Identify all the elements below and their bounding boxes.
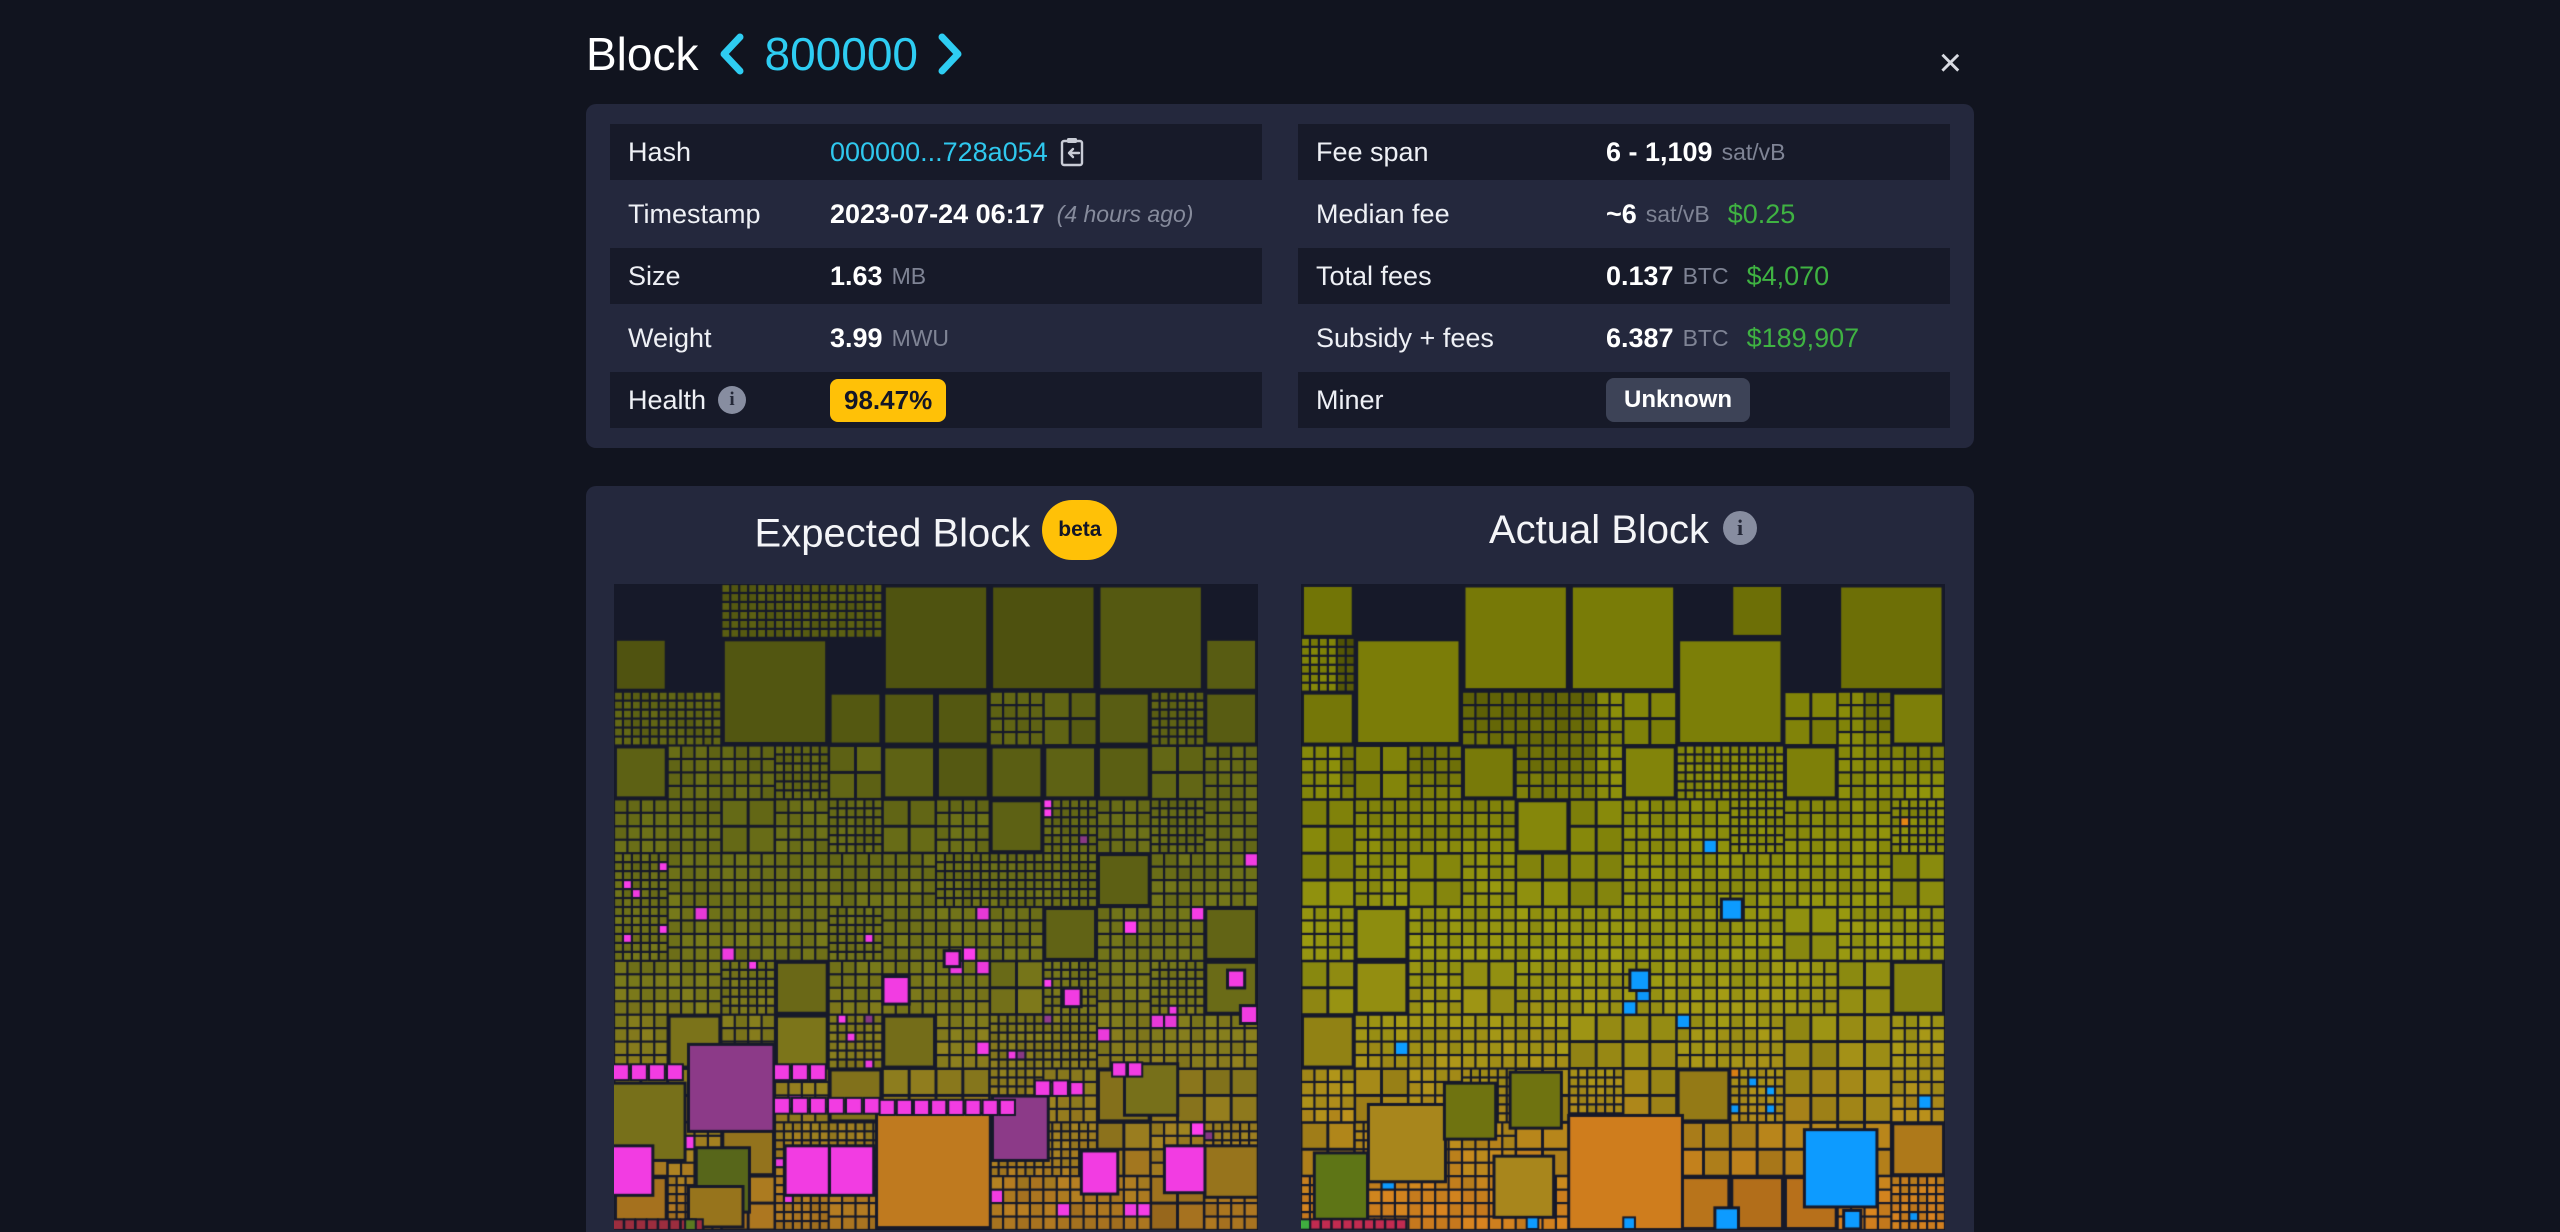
- row-label-text: Total fees: [1316, 261, 1432, 292]
- page-title: Block 800000: [586, 24, 1974, 84]
- health-badge: 98.47%: [830, 379, 946, 422]
- expected-block-visualization[interactable]: [614, 584, 1258, 1230]
- chevron-right-icon: [938, 33, 964, 75]
- row-label-text: Timestamp: [628, 199, 761, 230]
- expected-block-title: Expected Blockbeta: [614, 506, 1258, 566]
- row-value: Unknown: [1606, 378, 1750, 422]
- row-label: Fee span: [1316, 137, 1606, 168]
- row-label: Hash: [628, 137, 830, 168]
- visualization-titles: Expected Blockbeta Actual Block i: [614, 506, 1946, 584]
- row-label-text: Weight: [628, 323, 712, 354]
- block-height: 800000: [764, 24, 918, 84]
- beta-badge: beta: [1042, 500, 1117, 560]
- row-label-text: Hash: [628, 137, 691, 168]
- row-value-usd: $189,907: [1747, 323, 1860, 354]
- expected-block-title-text: Expected Block: [755, 512, 1031, 556]
- row-value: 1.63 MB: [830, 261, 926, 292]
- row-value: ~6 sat/vB $0.25: [1606, 199, 1795, 230]
- row-value-number: 6 - 1,109: [1606, 137, 1713, 168]
- table-row: Subsidy + fees 6.387 BTC $189,907: [1298, 310, 1950, 366]
- close-icon: ×: [1939, 41, 1962, 85]
- row-value: 2023-07-24 06:17 (4 hours ago): [830, 199, 1193, 230]
- row-label: Subsidy + fees: [1316, 323, 1606, 354]
- row-value-unit: sat/vB: [1722, 139, 1786, 166]
- row-value-number: 0.137: [1606, 261, 1674, 292]
- row-value-usd: $4,070: [1747, 261, 1830, 292]
- row-value-number: 2023-07-24 06:17: [830, 199, 1045, 230]
- table-row: Median fee ~6 sat/vB $0.25: [1298, 186, 1950, 242]
- row-label: Total fees: [1316, 261, 1606, 292]
- row-value: 3.99 MWU: [830, 323, 949, 354]
- row-label: Healthi: [628, 385, 830, 416]
- row-value: 6.387 BTC $189,907: [1606, 323, 1859, 354]
- table-row: Total fees 0.137 BTC $4,070: [1298, 248, 1950, 304]
- block-visualization-card: Expected Blockbeta Actual Block i: [586, 486, 1974, 1232]
- row-value-number: 1.63: [830, 261, 883, 292]
- row-label-text: Miner: [1316, 385, 1384, 416]
- row-value-usd: $0.25: [1728, 199, 1796, 230]
- block-header: Block 800000 ×: [586, 24, 1974, 94]
- block-page: Block 800000 × Hash000000...728a054Times: [0, 0, 2560, 1232]
- row-value: 000000...728a054: [830, 137, 1084, 168]
- row-label-text: Median fee: [1316, 199, 1450, 230]
- table-row: Weight 3.99 MWU: [610, 310, 1262, 366]
- miner-badge[interactable]: Unknown: [1606, 378, 1750, 422]
- row-value-number: 3.99: [830, 323, 883, 354]
- row-value-number: ~6: [1606, 199, 1637, 230]
- block-details-card: Hash 000000...728a054 Timestamp 2023-07-24 …: [586, 104, 1974, 448]
- actual-block-visualization[interactable]: [1301, 584, 1945, 1230]
- row-value-number: 6.387: [1606, 323, 1674, 354]
- row-value-unit: sat/vB: [1646, 201, 1710, 228]
- close-button[interactable]: ×: [1933, 42, 1968, 84]
- content-container: Block 800000 × Hash000000...728a054Times: [586, 0, 1974, 1232]
- block-details-table-left: Hash 000000...728a054 Timestamp 2023-07-24 …: [610, 124, 1262, 428]
- chevron-left-icon: [718, 33, 744, 75]
- row-value-unit: BTC: [1683, 325, 1729, 352]
- row-value-unit: MB: [892, 263, 927, 290]
- visualization-row: [614, 584, 1946, 1230]
- row-value: 6 - 1,109 sat/vB: [1606, 137, 1786, 168]
- table-row: Hash 000000...728a054: [610, 124, 1262, 180]
- row-label: Weight: [628, 323, 830, 354]
- row-label-text: Subsidy + fees: [1316, 323, 1494, 354]
- next-block-button[interactable]: [938, 33, 964, 75]
- table-row: Miner Unknown: [1298, 372, 1950, 428]
- row-label-text: Fee span: [1316, 137, 1429, 168]
- row-value: 98.47%: [830, 379, 946, 422]
- row-value: 0.137 BTC $4,070: [1606, 261, 1829, 292]
- block-details-table-right: Fee span 6 - 1,109 sat/vB Median fee ~6 sat/v…: [1298, 124, 1950, 428]
- table-row: Timestamp 2023-07-24 06:17 (4 hours ago): [610, 186, 1262, 242]
- row-value-unit: BTC: [1683, 263, 1729, 290]
- previous-block-button[interactable]: [718, 33, 744, 75]
- actual-block-title: Actual Block i: [1301, 506, 1945, 566]
- actual-block-title-text: Actual Block: [1489, 508, 1709, 552]
- copy-icon[interactable]: [1060, 137, 1084, 167]
- block-hash-text: 000000...728a054: [830, 137, 1048, 168]
- row-value-unit: MWU: [892, 325, 949, 352]
- row-label: Median fee: [1316, 199, 1606, 230]
- table-row: Size 1.63 MB: [610, 248, 1262, 304]
- row-value-note: (4 hours ago): [1057, 201, 1194, 228]
- row-label-text: Health: [628, 385, 706, 416]
- table-row: Fee span 6 - 1,109 sat/vB: [1298, 124, 1950, 180]
- row-label-text: Size: [628, 261, 681, 292]
- table-row: Healthi98.47%: [610, 372, 1262, 428]
- row-label: Size: [628, 261, 830, 292]
- row-label: Timestamp: [628, 199, 830, 230]
- info-icon[interactable]: i: [1723, 511, 1757, 545]
- row-label: Miner: [1316, 385, 1606, 416]
- info-icon[interactable]: i: [718, 386, 746, 414]
- block-hash-link[interactable]: 000000...728a054: [830, 137, 1084, 168]
- page-title-text: Block: [586, 24, 698, 84]
